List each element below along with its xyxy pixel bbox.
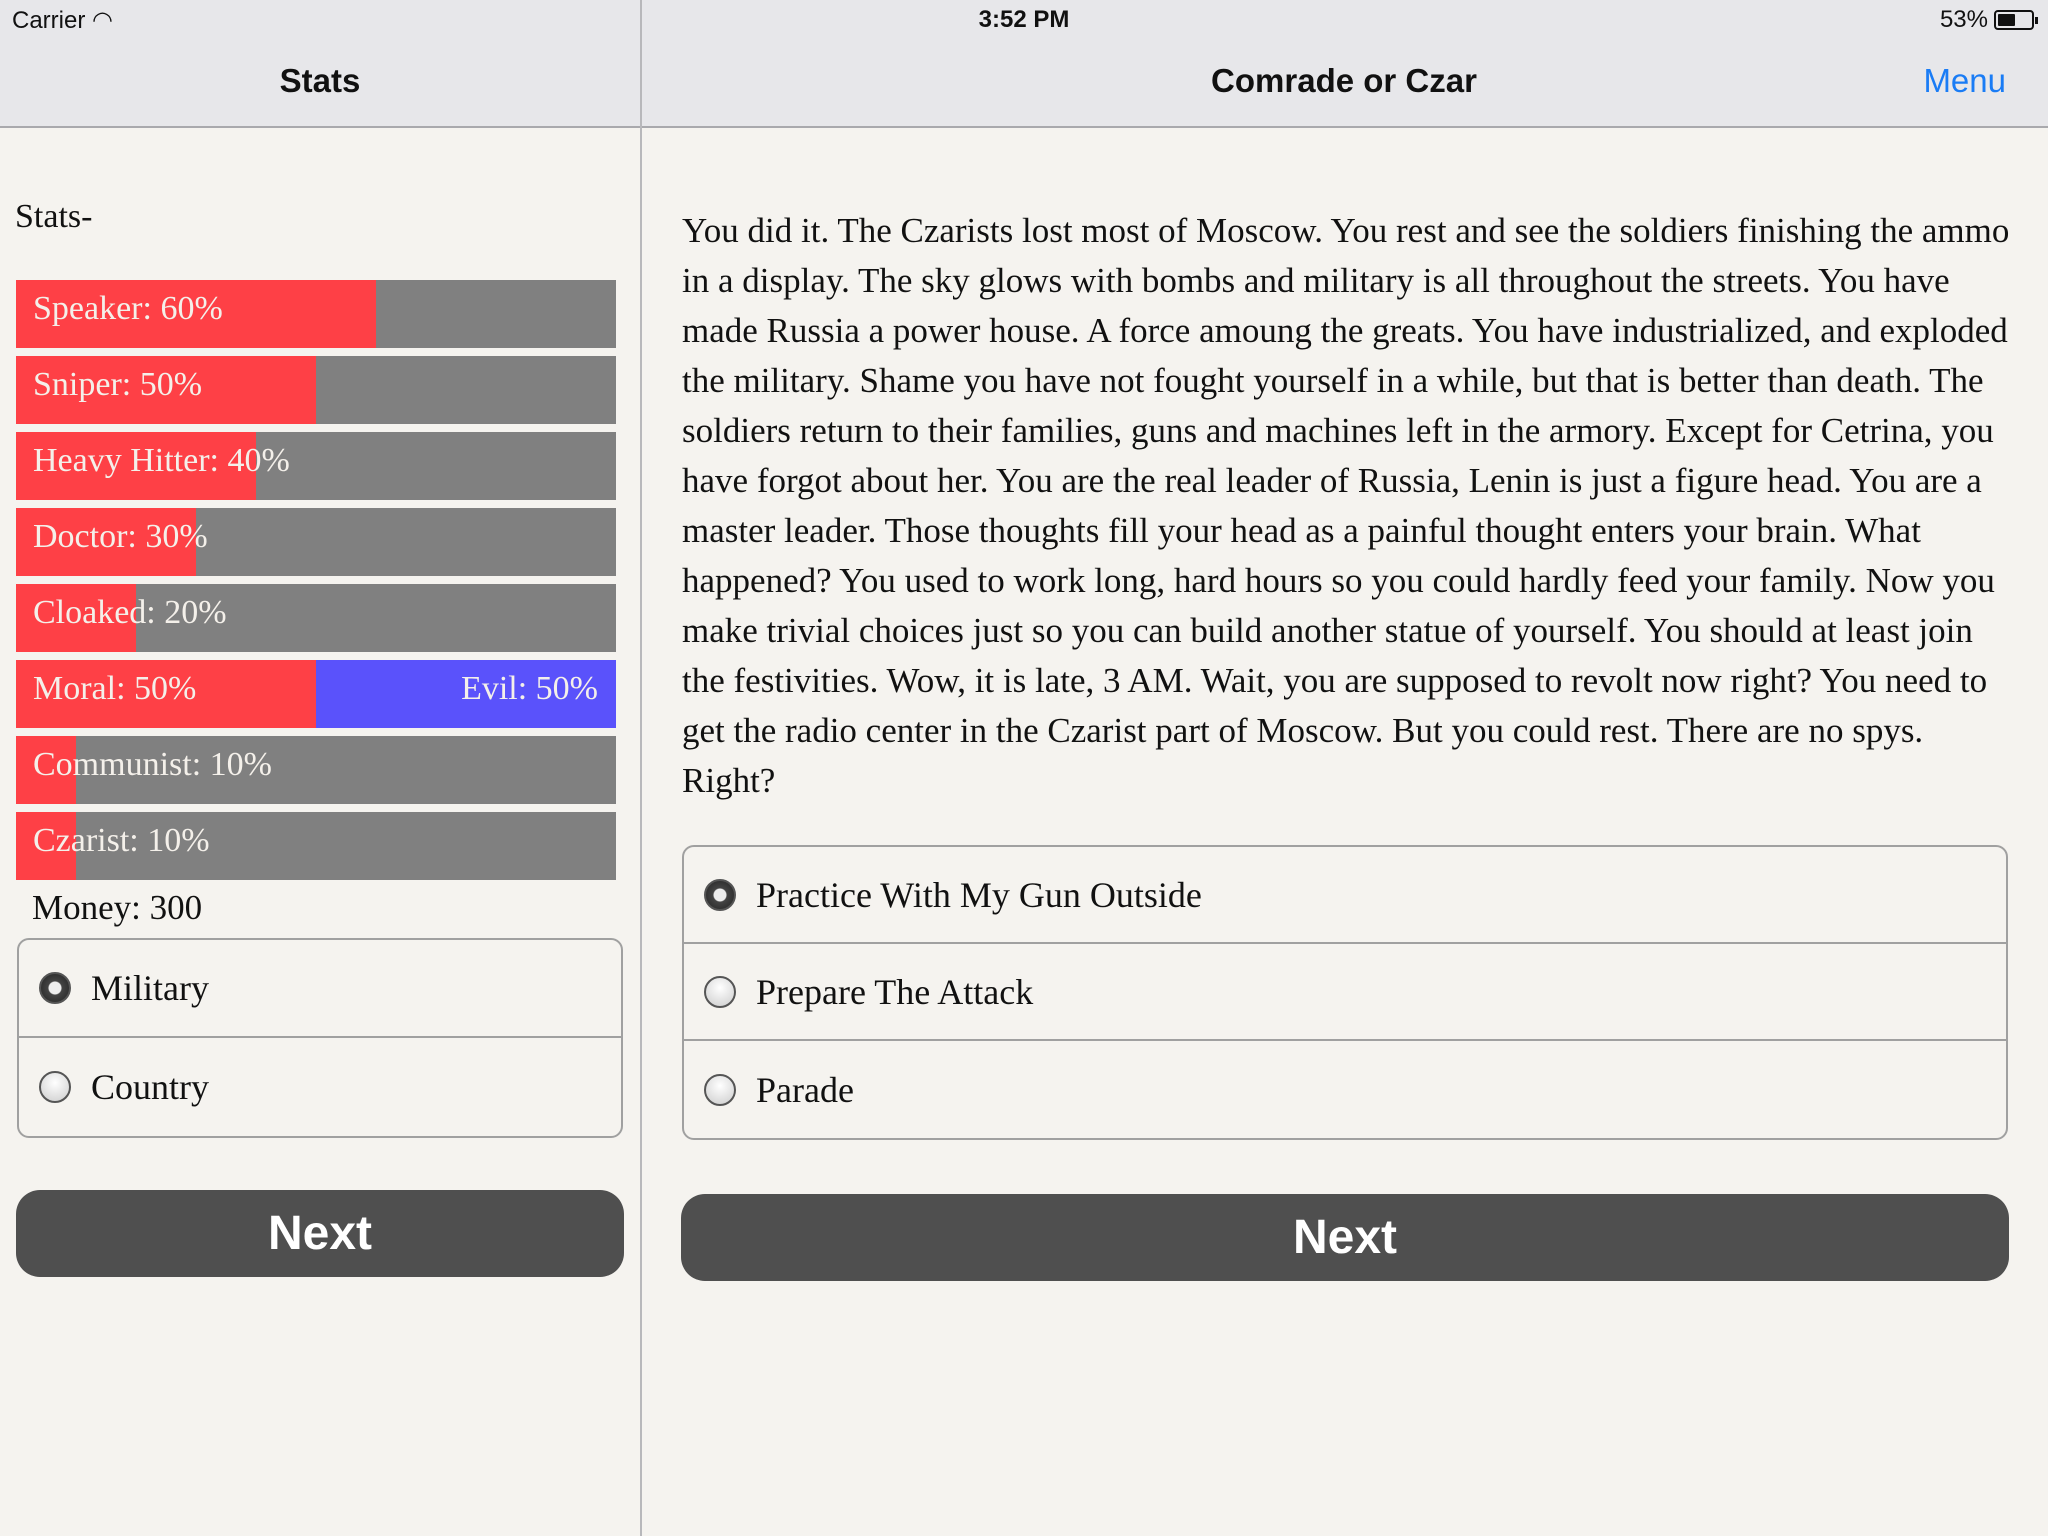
status-time: 3:52 PM xyxy=(978,6,1070,33)
radio-button[interactable] xyxy=(704,878,736,911)
stat-bar-label: Heavy Hitter: 40% xyxy=(33,442,290,479)
top-bar: Carrier ◠ 3:52 PM 53% Stats Comrade or C… xyxy=(0,0,2048,128)
stats-next-button[interactable]: Next xyxy=(16,1190,624,1277)
story-choice-group: Practice With My Gun Outside Prepare The … xyxy=(682,845,2008,1140)
stat-bar-label: Doctor: 30% xyxy=(33,518,208,555)
stat-bar: Heavy Hitter: 40% xyxy=(16,432,616,500)
stat-bar: Doctor: 30% xyxy=(16,508,616,576)
stat-bar: Speaker: 60% xyxy=(16,280,616,348)
stat-bar: Cloaked: 20% xyxy=(16,584,616,652)
stat-bar: Moral: 50% Evil: 50% xyxy=(16,660,616,728)
choice-label: Prepare The Attack xyxy=(756,971,1034,1012)
stats-choice-group: Military Country xyxy=(17,938,623,1138)
stat-bar-label: Communist: 10% xyxy=(33,746,272,783)
stats-nav-title: Stats xyxy=(279,62,361,99)
evil-label: Evil: 50% xyxy=(461,670,598,707)
radio-button[interactable] xyxy=(39,1071,71,1103)
stat-bar: Czarist: 10% xyxy=(16,812,616,880)
battery-icon xyxy=(1994,10,2038,30)
stat-bar-label: Cloaked: 20% xyxy=(33,594,227,631)
choice-label: Parade xyxy=(756,1069,854,1110)
choice-option[interactable]: Parade xyxy=(684,1041,2006,1138)
story-text: You did it. The Czarists lost most of Mo… xyxy=(682,211,2010,800)
choice-label: Military xyxy=(91,968,209,1008)
radio-button[interactable] xyxy=(704,1073,736,1106)
stat-bar: Communist: 10% xyxy=(16,736,616,804)
stat-bar: Sniper: 50% xyxy=(16,356,616,424)
money-label: Money: 300 xyxy=(32,888,203,927)
radio-button[interactable] xyxy=(39,972,71,1004)
menu-button[interactable]: Menu xyxy=(1923,62,2006,100)
choice-option[interactable]: Country xyxy=(19,1038,621,1136)
choice-option[interactable]: Practice With My Gun Outside xyxy=(684,847,2006,944)
stat-bar-label: Sniper: 50% xyxy=(33,366,203,403)
radio-button[interactable] xyxy=(704,975,736,1008)
choice-label: Practice With My Gun Outside xyxy=(756,874,1202,915)
split-divider xyxy=(640,0,642,1536)
story-nav-title: Comrade or Czar xyxy=(1211,62,1477,99)
status-battery: 53% xyxy=(1940,6,2038,34)
story-next-button[interactable]: Next xyxy=(681,1194,2009,1281)
choice-option[interactable]: Military xyxy=(19,940,621,1038)
choice-option[interactable]: Prepare The Attack xyxy=(684,944,2006,1041)
choice-label: Country xyxy=(91,1067,210,1107)
stat-bar-label: Czarist: 10% xyxy=(33,822,210,859)
stat-bar-label: Moral: 50% xyxy=(33,670,197,707)
stat-bar-label: Speaker: 60% xyxy=(33,290,223,327)
stats-heading: Stats- xyxy=(15,198,93,235)
